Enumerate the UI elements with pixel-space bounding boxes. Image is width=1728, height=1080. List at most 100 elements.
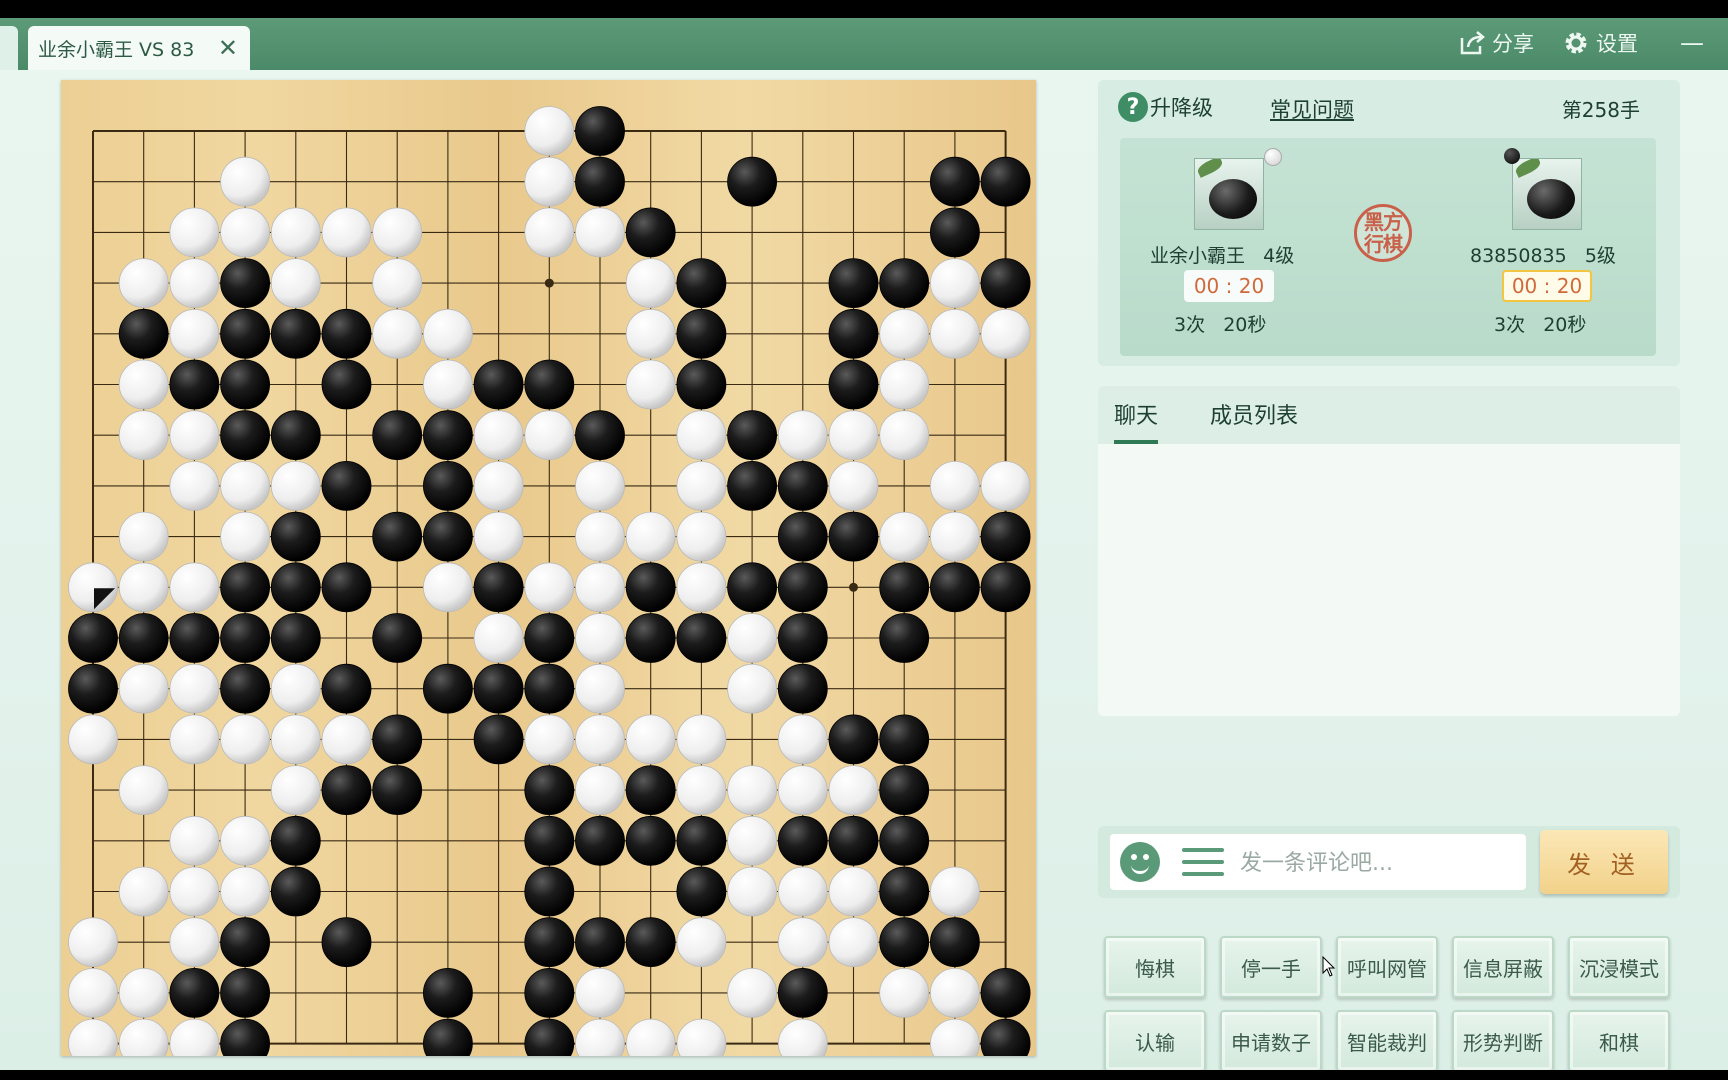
- go-board-grid[interactable]: [61, 80, 1036, 1056]
- black-stone[interactable]: [930, 207, 980, 258]
- white-stone[interactable]: [625, 511, 676, 562]
- black-stone[interactable]: [220, 562, 271, 613]
- white-stone[interactable]: [676, 714, 727, 765]
- white-stone[interactable]: [524, 156, 575, 207]
- black-stone[interactable]: [220, 410, 271, 461]
- white-stone[interactable]: [930, 511, 980, 562]
- white-stone[interactable]: [625, 1018, 676, 1056]
- white-stone[interactable]: [270, 714, 321, 765]
- white-stone[interactable]: [575, 511, 625, 562]
- white-stone[interactable]: [777, 714, 828, 765]
- black-stone[interactable]: [828, 815, 879, 866]
- black-stone[interactable]: [676, 613, 727, 663]
- white-stone[interactable]: [879, 410, 930, 461]
- black-stone[interactable]: [828, 258, 879, 309]
- action-button-row2-2[interactable]: 申请数子: [1220, 1010, 1322, 1070]
- white-stone[interactable]: [828, 917, 879, 968]
- white-stone[interactable]: [575, 714, 625, 765]
- white-stone[interactable]: [118, 410, 169, 461]
- white-stone[interactable]: [777, 765, 828, 815]
- white-stone[interactable]: [169, 460, 220, 511]
- white-stone[interactable]: [68, 1018, 118, 1056]
- black-stone[interactable]: [270, 511, 321, 562]
- black-stone[interactable]: [169, 359, 220, 410]
- black-stone[interactable]: [930, 917, 980, 968]
- black-stone[interactable]: [625, 765, 676, 815]
- black-stone[interactable]: [220, 968, 271, 1018]
- black-stone[interactable]: [980, 1018, 1031, 1056]
- black-stone[interactable]: [879, 917, 930, 968]
- black-stone[interactable]: [321, 562, 372, 613]
- black-stone[interactable]: [777, 562, 828, 613]
- black-stone[interactable]: [777, 663, 828, 714]
- black-stone[interactable]: [676, 359, 727, 410]
- black-stone[interactable]: [524, 866, 575, 917]
- white-stone[interactable]: [777, 1018, 828, 1056]
- black-stone[interactable]: [625, 815, 676, 866]
- white-stone[interactable]: [372, 308, 423, 359]
- black-stone[interactable]: [321, 359, 372, 410]
- white-stone[interactable]: [169, 917, 220, 968]
- black-stone[interactable]: [321, 663, 372, 714]
- white-stone[interactable]: [828, 765, 879, 815]
- black-stone[interactable]: [727, 460, 777, 511]
- black-stone[interactable]: [980, 968, 1031, 1018]
- black-stone[interactable]: [625, 207, 676, 258]
- settings-button[interactable]: 设置: [1562, 28, 1638, 58]
- black-stone[interactable]: [473, 714, 524, 765]
- black-player-avatar[interactable]: [1512, 158, 1582, 230]
- black-stone[interactable]: [524, 613, 575, 663]
- black-stone[interactable]: [828, 714, 879, 765]
- black-stone[interactable]: [727, 562, 777, 613]
- white-stone[interactable]: [68, 968, 118, 1018]
- white-stone[interactable]: [575, 460, 625, 511]
- white-stone[interactable]: [727, 968, 777, 1018]
- black-stone[interactable]: [270, 815, 321, 866]
- white-stone[interactable]: [777, 917, 828, 968]
- black-stone[interactable]: [169, 968, 220, 1018]
- black-stone[interactable]: [980, 562, 1031, 613]
- white-stone[interactable]: [422, 308, 473, 359]
- black-stone[interactable]: [930, 562, 980, 613]
- white-stone[interactable]: [220, 866, 271, 917]
- white-stone[interactable]: [169, 207, 220, 258]
- tab-chat[interactable]: 聊天: [1114, 398, 1159, 444]
- black-stone[interactable]: [777, 460, 828, 511]
- go-board[interactable]: [61, 80, 1036, 1056]
- white-stone[interactable]: [524, 207, 575, 258]
- black-stone[interactable]: [777, 511, 828, 562]
- white-stone[interactable]: [727, 815, 777, 866]
- white-stone[interactable]: [169, 308, 220, 359]
- white-stone[interactable]: [524, 714, 575, 765]
- white-stone[interactable]: [118, 562, 169, 613]
- faq-link[interactable]: 常见问题: [1270, 94, 1354, 124]
- white-stone[interactable]: [118, 511, 169, 562]
- white-stone[interactable]: [777, 866, 828, 917]
- minimize-button[interactable]: —: [1680, 28, 1704, 58]
- black-stone[interactable]: [524, 917, 575, 968]
- white-stone[interactable]: [68, 714, 118, 765]
- white-stone[interactable]: [828, 866, 879, 917]
- black-stone[interactable]: [220, 359, 271, 410]
- white-stone[interactable]: [727, 866, 777, 917]
- white-stone[interactable]: [473, 460, 524, 511]
- black-stone[interactable]: [270, 562, 321, 613]
- white-stone[interactable]: [118, 359, 169, 410]
- black-stone[interactable]: [68, 613, 118, 663]
- white-stone[interactable]: [220, 815, 271, 866]
- black-stone[interactable]: [980, 258, 1031, 309]
- black-stone[interactable]: [321, 765, 372, 815]
- previous-tab-stub[interactable]: [0, 26, 18, 70]
- action-button-row1-1[interactable]: 悔棋: [1104, 936, 1206, 998]
- black-stone[interactable]: [524, 765, 575, 815]
- black-stone[interactable]: [524, 815, 575, 866]
- black-stone[interactable]: [423, 1018, 473, 1056]
- black-stone[interactable]: [473, 359, 524, 410]
- white-stone[interactable]: [575, 1018, 625, 1056]
- white-stone[interactable]: [270, 765, 321, 815]
- white-stone[interactable]: [980, 308, 1031, 359]
- black-stone[interactable]: [220, 1018, 270, 1056]
- white-stone[interactable]: [727, 663, 777, 714]
- black-stone[interactable]: [422, 511, 473, 562]
- white-stone[interactable]: [270, 258, 321, 309]
